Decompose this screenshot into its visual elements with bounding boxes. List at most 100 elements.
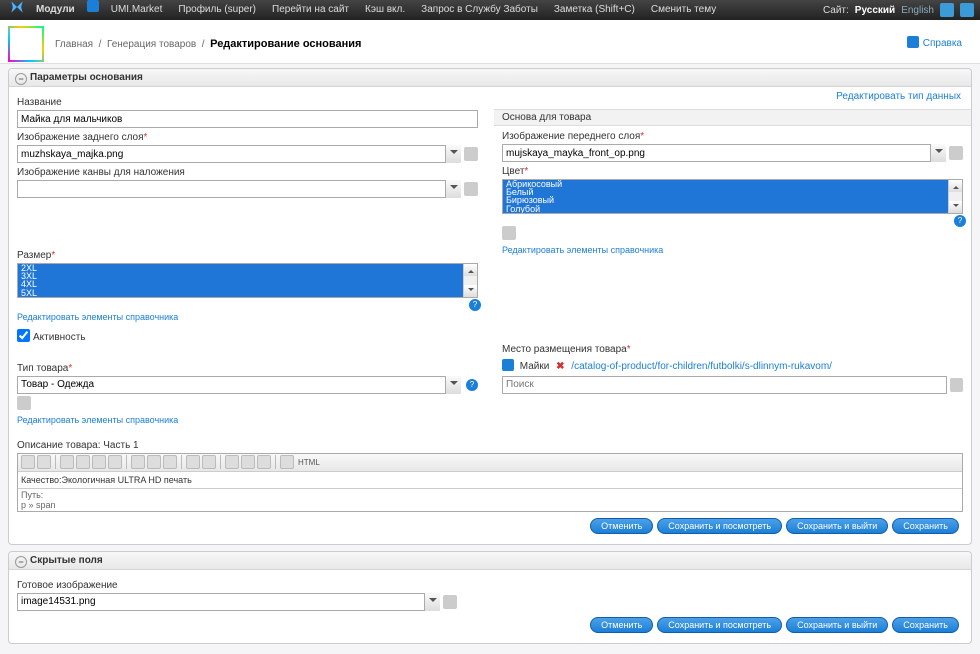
chevron-down-icon[interactable] <box>424 593 440 611</box>
bc-gen[interactable]: Генерация товаров <box>107 39 196 50</box>
lang-ru[interactable]: Русский <box>855 5 895 16</box>
desc-label: Описание товара: Часть 1 <box>17 440 963 451</box>
nav-note[interactable]: Заметка (Shift+C) <box>546 0 643 20</box>
tb-btn[interactable] <box>225 455 239 469</box>
help-icon[interactable]: ? <box>954 215 966 227</box>
header: Главная / Генерация товаров / Редактиров… <box>0 20 980 64</box>
nav-goto-site[interactable]: Перейти на сайт <box>264 0 357 20</box>
save-exit-button[interactable]: Сохранить и выйти <box>786 617 888 633</box>
reload-icon[interactable] <box>502 226 516 240</box>
editor-body[interactable]: Качество:Экологичная ULTRA HD печать <box>18 472 962 488</box>
remove-place-icon[interactable]: ✖ <box>556 361 564 372</box>
nav-support[interactable]: Запрос в Службу Заботы <box>413 0 546 20</box>
size-option[interactable]: 4XL <box>18 280 477 288</box>
nav-profile[interactable]: Профиль (super) <box>170 0 264 20</box>
edit-ref-link[interactable]: Редактировать элементы справочника <box>17 312 178 322</box>
nav-theme[interactable]: Сменить тему <box>643 0 724 20</box>
front-layer-select[interactable] <box>502 144 946 162</box>
editor-path: Путь:p » span <box>18 488 962 511</box>
tb-btn[interactable] <box>202 455 216 469</box>
save-exit-button[interactable]: Сохранить и выйти <box>786 518 888 534</box>
size-multiselect[interactable]: 2XL 3XL 4XL 5XL ? <box>17 263 478 298</box>
button-row: Отменить Сохранить и посмотреть Сохранит… <box>17 512 963 538</box>
tb-btn[interactable] <box>280 455 294 469</box>
file-pick-icon[interactable] <box>464 147 478 161</box>
back-layer-select[interactable] <box>17 145 461 163</box>
chevron-down-icon[interactable] <box>445 145 461 163</box>
lang-en[interactable]: English <box>901 5 934 16</box>
activity-label: Активность <box>33 332 86 343</box>
folder-icon <box>502 359 514 371</box>
place-label: Место размещения товара* <box>502 344 963 355</box>
edit-type-link[interactable]: Редактировать тип данных <box>836 91 961 102</box>
nav-modules[interactable]: Модули <box>28 0 83 20</box>
file-pick-icon[interactable] <box>443 595 457 609</box>
tb-btn[interactable] <box>108 455 122 469</box>
tb-btn[interactable] <box>92 455 106 469</box>
name-label: Название <box>17 97 478 108</box>
save-view-button[interactable]: Сохранить и посмотреть <box>657 518 782 534</box>
place-search-input[interactable] <box>502 376 947 394</box>
tb-btn[interactable] <box>37 455 51 469</box>
save-view-button[interactable]: Сохранить и посмотреть <box>657 617 782 633</box>
name-input[interactable] <box>17 110 478 128</box>
topbar: Модули UMI.Market Профиль (super) Перейт… <box>0 0 980 20</box>
nav-cache[interactable]: Кэш вкл. <box>357 0 413 20</box>
tb-btn[interactable] <box>147 455 161 469</box>
help-icon[interactable]: ? <box>466 379 478 391</box>
place-item: Майки ✖ /catalog-of-product/for-children… <box>502 357 963 374</box>
tb-btn[interactable] <box>21 455 35 469</box>
site-label: Сайт: <box>823 5 849 16</box>
color-option[interactable]: Голубой <box>503 205 962 213</box>
save-button[interactable]: Сохранить <box>892 617 959 633</box>
bc-home[interactable]: Главная <box>55 39 93 50</box>
bc-current: Редактирование основания <box>210 38 361 50</box>
size-option[interactable]: 3XL <box>18 272 477 280</box>
file-pick-icon[interactable] <box>464 182 478 196</box>
nav-market[interactable]: UMI.Market <box>103 0 171 20</box>
color-option[interactable]: Белый <box>503 188 962 196</box>
size-option[interactable]: 5XL <box>18 289 477 297</box>
butterfly-icon[interactable] <box>6 0 28 20</box>
scrollbar[interactable] <box>463 264 477 297</box>
color-option[interactable]: Бирюзовый <box>503 196 962 204</box>
logout-icon[interactable] <box>960 3 974 17</box>
file-pick-icon[interactable] <box>949 146 963 160</box>
size-option[interactable]: 2XL <box>18 264 477 272</box>
canvas-select[interactable] <box>17 180 461 198</box>
tb-btn[interactable] <box>76 455 90 469</box>
cancel-button[interactable]: Отменить <box>590 617 653 633</box>
ready-select[interactable] <box>17 593 440 611</box>
chevron-down-icon[interactable] <box>445 376 461 394</box>
color-multiselect[interactable]: Абрикосовый Белый Бирюзовый Голубой ? <box>502 179 963 214</box>
reload-icon[interactable] <box>17 396 31 410</box>
edit-ref-link[interactable]: Редактировать элементы справочника <box>502 245 663 255</box>
panel-hidden-header[interactable]: −Скрытые поля <box>9 552 971 570</box>
cancel-button[interactable]: Отменить <box>590 518 653 534</box>
tb-btn[interactable] <box>163 455 177 469</box>
activity-checkbox[interactable] <box>17 329 30 342</box>
market-icon[interactable] <box>83 0 103 20</box>
place-name[interactable]: Майки <box>520 361 550 372</box>
help-icon[interactable]: ? <box>469 299 481 311</box>
chevron-down-icon[interactable] <box>930 144 946 162</box>
tree-pick-icon[interactable] <box>950 378 963 392</box>
basis-group-header: Основа для товара <box>494 109 971 126</box>
tb-btn[interactable] <box>241 455 255 469</box>
save-button[interactable]: Сохранить <box>892 518 959 534</box>
editor-toolbar: HTML <box>18 454 962 472</box>
chevron-down-icon[interactable] <box>445 180 461 198</box>
place-path[interactable]: /catalog-of-product/for-children/futbolk… <box>571 361 832 372</box>
tb-html[interactable]: HTML <box>296 458 322 467</box>
tb-btn[interactable] <box>131 455 145 469</box>
refresh-icon[interactable] <box>940 3 954 17</box>
tb-btn[interactable] <box>186 455 200 469</box>
tb-btn[interactable] <box>257 455 271 469</box>
panel-params-header[interactable]: −Параметры основания <box>9 69 971 87</box>
type-select[interactable] <box>17 376 461 394</box>
tb-btn[interactable] <box>60 455 74 469</box>
edit-ref-link[interactable]: Редактировать элементы справочника <box>17 415 178 425</box>
color-option[interactable]: Абрикосовый <box>503 180 962 188</box>
scrollbar[interactable] <box>948 180 962 213</box>
help-link[interactable]: Справка <box>907 36 962 49</box>
